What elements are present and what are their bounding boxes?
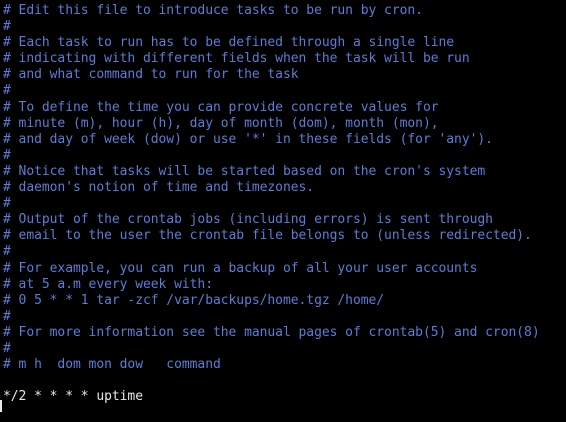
crontab-line: # <box>3 147 11 163</box>
crontab-line: # and what command to run for the task <box>3 67 299 83</box>
crontab-line: # <box>3 83 11 99</box>
crontab-line: # daemon's notion of time and timezones. <box>3 180 315 196</box>
crontab-line: # <box>3 244 11 260</box>
terminal-editor[interactable]: # Edit this file to introduce tasks to b… <box>0 0 566 422</box>
crontab-line: # <box>3 308 11 324</box>
crontab-line: # and day of week (dow) or use '*' in th… <box>3 131 493 147</box>
crontab-line: # Edit this file to introduce tasks to b… <box>3 3 423 18</box>
crontab-line: # minute (m), hour (h), day of month (do… <box>3 115 439 131</box>
crontab-line: # To define the time you can provide con… <box>3 99 439 115</box>
crontab-header-line: # m h dom mon dow command <box>3 357 221 373</box>
crontab-line: # For example, you can run a backup of a… <box>3 260 478 276</box>
crontab-line: # <box>3 19 11 35</box>
crontab-line: # indicating with different fields when … <box>3 51 470 67</box>
crontab-line: # Each task to run has to be defined thr… <box>3 35 455 51</box>
crontab-line: # Notice that tasks will be started base… <box>3 163 486 179</box>
crontab-line: # <box>3 196 11 212</box>
cron-job-line[interactable]: */2 * * * * uptime <box>3 389 566 405</box>
text-cursor <box>0 400 2 412</box>
crontab-line: # 0 5 * * 1 tar -zcf /var/backups/home.t… <box>3 292 385 308</box>
crontab-line: # Output of the crontab jobs (including … <box>3 212 493 228</box>
crontab-line: # email to the user the crontab file bel… <box>3 228 532 244</box>
crontab-line: # For more information see the manual pa… <box>3 324 540 340</box>
crontab-line: # at 5 a.m every week with: <box>3 276 213 292</box>
crontab-line: # <box>3 340 11 356</box>
